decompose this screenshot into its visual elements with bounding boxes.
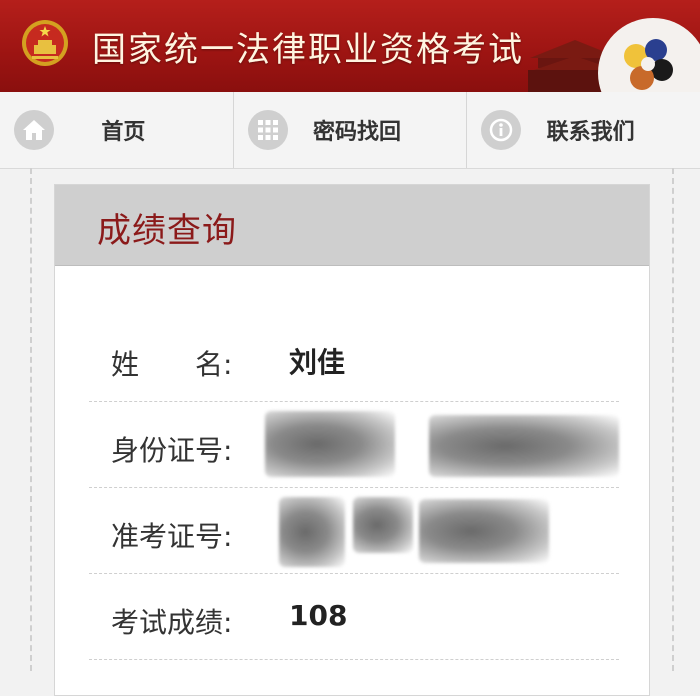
id-number-label: 身份证号:: [111, 434, 233, 467]
row-exam-score: 考试成绩: 108: [89, 573, 619, 660]
nav-item-password-recovery[interactable]: 密码找回: [234, 92, 468, 168]
exam-score-label: 考试成绩:: [111, 606, 233, 639]
main-nav: 首页 密码找回 联系我们: [0, 92, 700, 169]
info-icon: [481, 110, 522, 150]
row-id-number: 身份证号:: [89, 401, 619, 488]
redacted-id-part-2: [429, 415, 619, 477]
name-value: 刘佳: [289, 346, 346, 379]
card-title: 成绩查询: [97, 211, 237, 251]
site-header: 国家统一法律职业资格考试: [0, 0, 700, 92]
nav-label-contact-us: 联系我们: [546, 120, 635, 145]
site-title: 国家统一法律职业资格考试: [92, 30, 524, 70]
redacted-id-part-1: [265, 411, 395, 477]
nav-item-contact-us[interactable]: 联系我们: [467, 92, 700, 168]
nav-label-home: 首页: [101, 120, 146, 145]
content-area: 成绩查询 姓 名: 刘佳 身份证号: 准考证号: 考试成绩: 108: [30, 168, 674, 696]
grid-icon: [247, 110, 288, 150]
ministry-logo-icon: [624, 39, 673, 90]
score-query-card: 成绩查询 姓 名: 刘佳 身份证号: 准考证号: 考试成绩: 108: [54, 184, 650, 696]
name-label: 姓 名:: [111, 348, 233, 381]
row-name: 姓 名: 刘佳: [89, 315, 619, 402]
national-emblem-icon: [22, 20, 68, 66]
nav-item-home[interactable]: 首页: [0, 92, 234, 168]
card-header: 成绩查询: [55, 185, 649, 266]
redacted-admission-part-3: [419, 499, 549, 563]
admission-number-label: 准考证号:: [111, 520, 233, 553]
redacted-admission-part-2: [353, 497, 413, 553]
home-icon: [14, 110, 54, 150]
redacted-admission-part-1: [279, 497, 345, 567]
nav-label-password-recovery: 密码找回: [313, 120, 402, 145]
exam-score-value: 108: [289, 599, 348, 632]
row-admission-number: 准考证号:: [89, 487, 619, 574]
